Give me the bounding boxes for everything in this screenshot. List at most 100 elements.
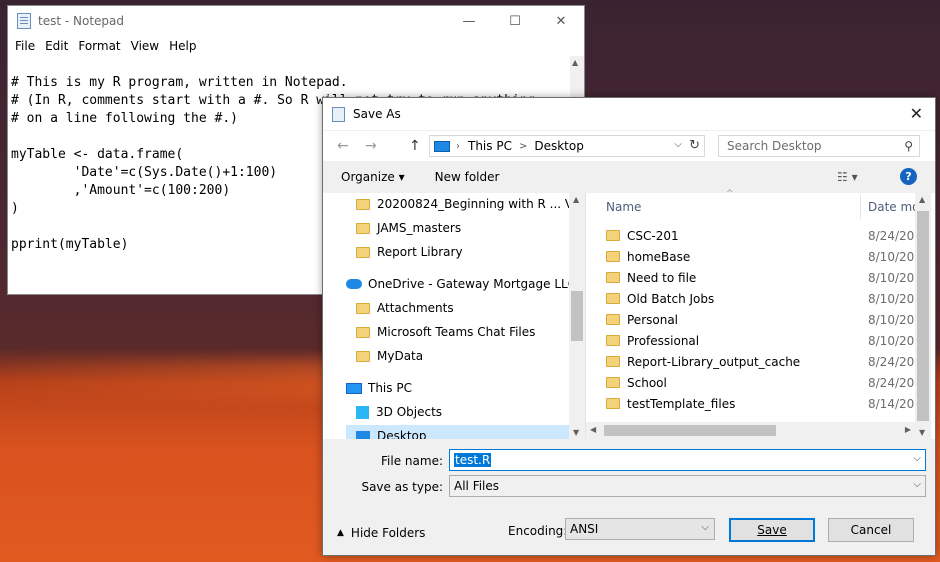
dialog-footer: ▲ Hide Folders Encoding: ANSI ⌵ Save Can… (323, 504, 935, 556)
new-folder-button[interactable]: New folder (435, 170, 500, 184)
onedrive-icon (346, 279, 362, 289)
folder-icon (356, 222, 370, 234)
3d-objects-icon (356, 405, 369, 419)
save-button[interactable]: Save (729, 518, 815, 542)
scroll-thumb[interactable] (571, 291, 583, 341)
breadcrumb-desktop[interactable]: Desktop (534, 139, 584, 153)
scroll-left-arrow-icon[interactable]: ◀ (590, 425, 596, 434)
folder-icon (606, 272, 620, 283)
file-list: ^ Name Date mod CSC-201 8/24/2020 homeBa… (586, 189, 930, 439)
refresh-icon[interactable]: ↻ (689, 138, 700, 153)
help-icon[interactable]: ? (900, 168, 917, 185)
browser-panes: 20200824_Beginning with R ... Visuali JA… (323, 189, 935, 439)
chevron-down-icon[interactable]: ⌵ (913, 479, 921, 490)
file-list-item[interactable]: CSC-201 (606, 225, 679, 246)
nav-item-folder[interactable]: JAMS_masters (356, 217, 461, 239)
nav-item-folder[interactable]: 20200824_Beginning with R ... Visuali (356, 193, 569, 215)
notepad-menubar: File Edit Format View Help (8, 36, 584, 56)
folder-icon (356, 198, 370, 210)
scroll-down-arrow-icon[interactable]: ▼ (919, 428, 925, 437)
hide-folders-button[interactable]: ▲ Hide Folders (337, 526, 425, 540)
file-name-input[interactable]: test.R ⌵ (449, 449, 926, 471)
scroll-up-arrow-icon[interactable]: ▲ (919, 195, 925, 204)
menu-file[interactable]: File (10, 39, 40, 53)
folder-icon (356, 246, 370, 258)
file-list-item[interactable]: testTemplate_files (606, 393, 735, 414)
save-as-dialog: Save As ✕ ← → ↑ › This PC > Desktop ⌵ ↻ … (322, 97, 936, 556)
nav-item-3d-objects[interactable]: 3D Objects (356, 401, 442, 423)
file-list-item[interactable]: Need to file (606, 267, 696, 288)
search-icon: ⚲ (904, 139, 913, 153)
file-list-item[interactable]: Old Batch Jobs (606, 288, 714, 309)
address-bar[interactable]: › This PC > Desktop ⌵ ↻ (429, 135, 705, 157)
file-list-item[interactable]: School (606, 372, 667, 393)
folder-icon (606, 293, 620, 304)
notepad-titlebar[interactable]: test - Notepad — ☐ ✕ (8, 6, 584, 36)
desktop-icon (356, 431, 370, 439)
nav-item-folder[interactable]: Report Library (356, 241, 463, 263)
save-as-type-select[interactable]: All Files ⌵ (449, 475, 926, 497)
scroll-right-arrow-icon[interactable]: ▶ (905, 425, 911, 434)
dialog-close-button[interactable]: ✕ (910, 104, 923, 123)
folder-icon (606, 335, 620, 346)
scroll-up-arrow-icon[interactable]: ▲ (572, 58, 578, 67)
view-options-icon[interactable]: ☷ ▾ (837, 170, 858, 184)
organize-button[interactable]: Organize ▾ (341, 170, 405, 184)
folder-icon (606, 314, 620, 325)
notepad-title: test - Notepad (38, 14, 124, 28)
minimize-button[interactable]: — (446, 6, 492, 36)
scroll-down-arrow-icon[interactable]: ▼ (573, 428, 579, 437)
close-button[interactable]: ✕ (538, 6, 584, 36)
menu-view[interactable]: View (126, 39, 164, 53)
encoding-select[interactable]: ANSI ⌵ (565, 518, 715, 540)
file-list-horizontal-scrollbar[interactable]: ◀ ▶ (586, 422, 915, 439)
folder-icon (606, 356, 620, 367)
search-placeholder: Search Desktop (727, 139, 822, 153)
breadcrumb-this-pc[interactable]: This PC (468, 139, 512, 153)
file-list-item[interactable]: Personal (606, 309, 678, 330)
navigation-bar: ← → ↑ › This PC > Desktop ⌵ ↻ Search Des… (323, 131, 935, 161)
file-list-vertical-scrollbar[interactable]: ▲ ▼ (915, 193, 931, 439)
dialog-title: Save As (353, 107, 401, 121)
column-divider[interactable] (860, 195, 861, 219)
nav-item-folder[interactable]: Microsoft Teams Chat Files (356, 321, 535, 343)
sort-ascending-icon: ^ (726, 189, 734, 199)
folder-icon (606, 377, 620, 388)
menu-format[interactable]: Format (73, 39, 125, 53)
folder-icon (606, 251, 620, 262)
column-header-name[interactable]: Name (606, 200, 641, 214)
scroll-up-arrow-icon[interactable]: ▲ (573, 195, 579, 204)
nav-item-folder[interactable]: MyData (356, 345, 423, 367)
file-name-label: File name: (381, 454, 443, 468)
menu-help[interactable]: Help (164, 39, 201, 53)
chevron-down-icon[interactable]: ⌵ (674, 139, 682, 150)
search-input[interactable]: Search Desktop ⚲ (718, 135, 920, 157)
dialog-toolbar: Organize ▾ New folder ☷ ▾ ? (323, 161, 935, 193)
up-arrow-icon[interactable]: ↑ (409, 138, 421, 154)
scroll-thumb[interactable] (917, 211, 929, 421)
menu-edit[interactable]: Edit (40, 39, 73, 53)
file-list-header: ^ Name Date mod (586, 189, 927, 220)
folder-icon (356, 350, 370, 362)
this-pc-icon (434, 140, 450, 152)
chevron-down-icon[interactable]: ⌵ (913, 453, 921, 464)
nav-item-this-pc[interactable]: This PC (346, 377, 412, 399)
hide-folders-label: Hide Folders (350, 526, 426, 540)
chevron-down-icon[interactable]: ⌵ (701, 522, 709, 533)
nav-item-desktop[interactable]: Desktop (346, 425, 569, 439)
dialog-titlebar[interactable]: Save As ✕ (323, 98, 935, 130)
nav-item-folder[interactable]: Attachments (356, 297, 454, 319)
cancel-button[interactable]: Cancel (828, 518, 914, 542)
file-list-item[interactable]: Report-Library_output_cache (606, 351, 800, 372)
encoding-value: ANSI (570, 522, 599, 536)
navigation-pane-scrollbar[interactable]: ▲ ▼ (569, 193, 585, 439)
back-arrow-icon[interactable]: ← (337, 138, 349, 154)
file-list-item[interactable]: Professional (606, 330, 699, 351)
nav-item-onedrive[interactable]: OneDrive - Gateway Mortgage LLC (346, 273, 569, 295)
file-list-item[interactable]: homeBase (606, 246, 690, 267)
encoding-label: Encoding: (508, 524, 568, 538)
scroll-thumb[interactable] (604, 425, 776, 436)
maximize-button[interactable]: ☐ (492, 6, 538, 36)
forward-arrow-icon[interactable]: → (365, 138, 377, 154)
save-as-type-value: All Files (454, 479, 500, 493)
